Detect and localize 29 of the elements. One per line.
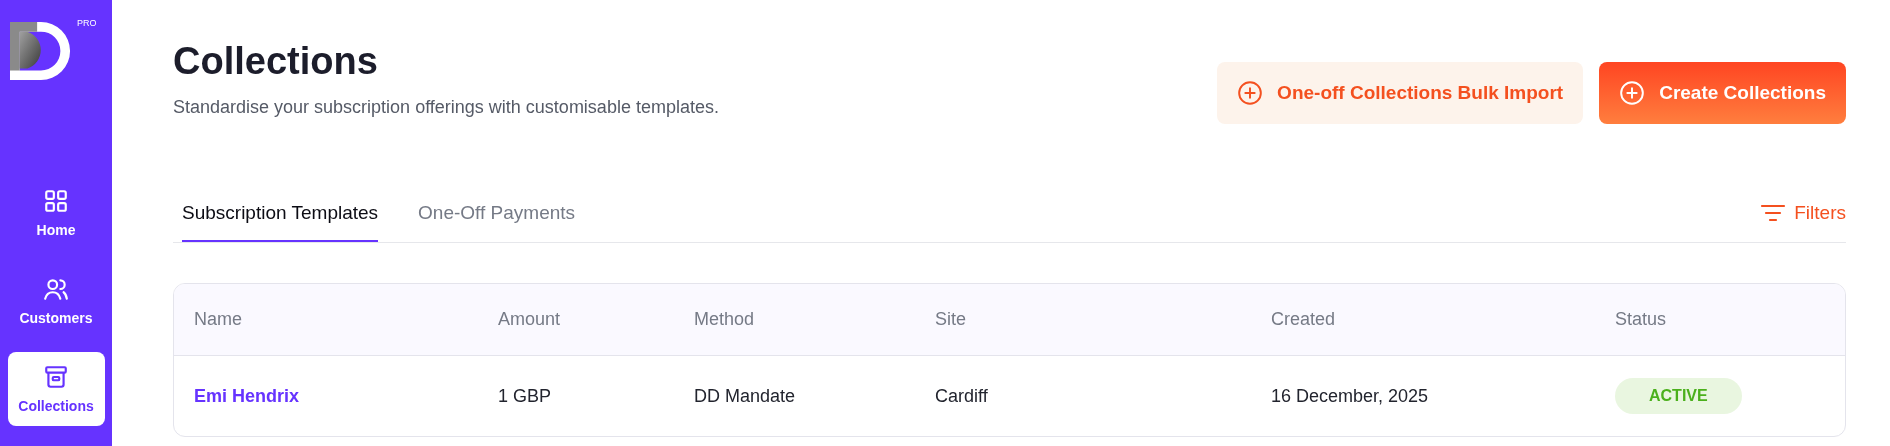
logo-icon bbox=[9, 20, 73, 82]
column-header: Site bbox=[935, 309, 968, 330]
column-header: Created bbox=[1271, 309, 1337, 330]
page-subtitle: Standardise your subscription offerings with customisable templates. bbox=[173, 97, 719, 118]
tab[interactable]: Subscription Templates bbox=[182, 202, 379, 242]
table-cell-text: 1 GBP bbox=[498, 385, 553, 407]
table-cell-text: 16 December, 2025 bbox=[1271, 385, 1430, 407]
nav-item[interactable]: Collections bbox=[7, 352, 105, 426]
nav-item[interactable]: Customers bbox=[7, 264, 105, 338]
plus-circle-icon bbox=[1237, 80, 1264, 106]
users-icon bbox=[43, 276, 69, 302]
table-cell-text: DD Mandate bbox=[694, 385, 797, 407]
archive-icon bbox=[43, 364, 69, 390]
table-cell-text: Cardiff bbox=[935, 385, 989, 407]
filters-button[interactable]: Filters bbox=[1760, 202, 1846, 242]
column-header: Name bbox=[194, 309, 243, 330]
column-header: Amount bbox=[498, 309, 562, 330]
column-header: Status bbox=[1615, 309, 1668, 330]
name-link[interactable]: Emi Hendrix bbox=[194, 385, 498, 407]
grid-icon bbox=[43, 188, 69, 214]
page-title: Collections bbox=[173, 40, 379, 83]
pro-label: PRO bbox=[77, 18, 97, 28]
tab[interactable]: One-Off Payments bbox=[418, 202, 576, 242]
filter-icon bbox=[1760, 202, 1787, 224]
status-badge: ACTIVE bbox=[1615, 378, 1742, 414]
plus-circle-icon bbox=[1619, 80, 1646, 106]
import-button[interactable]: One-off Collections Bulk Import bbox=[1217, 62, 1584, 124]
column-header: Method bbox=[694, 309, 756, 330]
nav-item[interactable]: Home bbox=[7, 176, 105, 250]
